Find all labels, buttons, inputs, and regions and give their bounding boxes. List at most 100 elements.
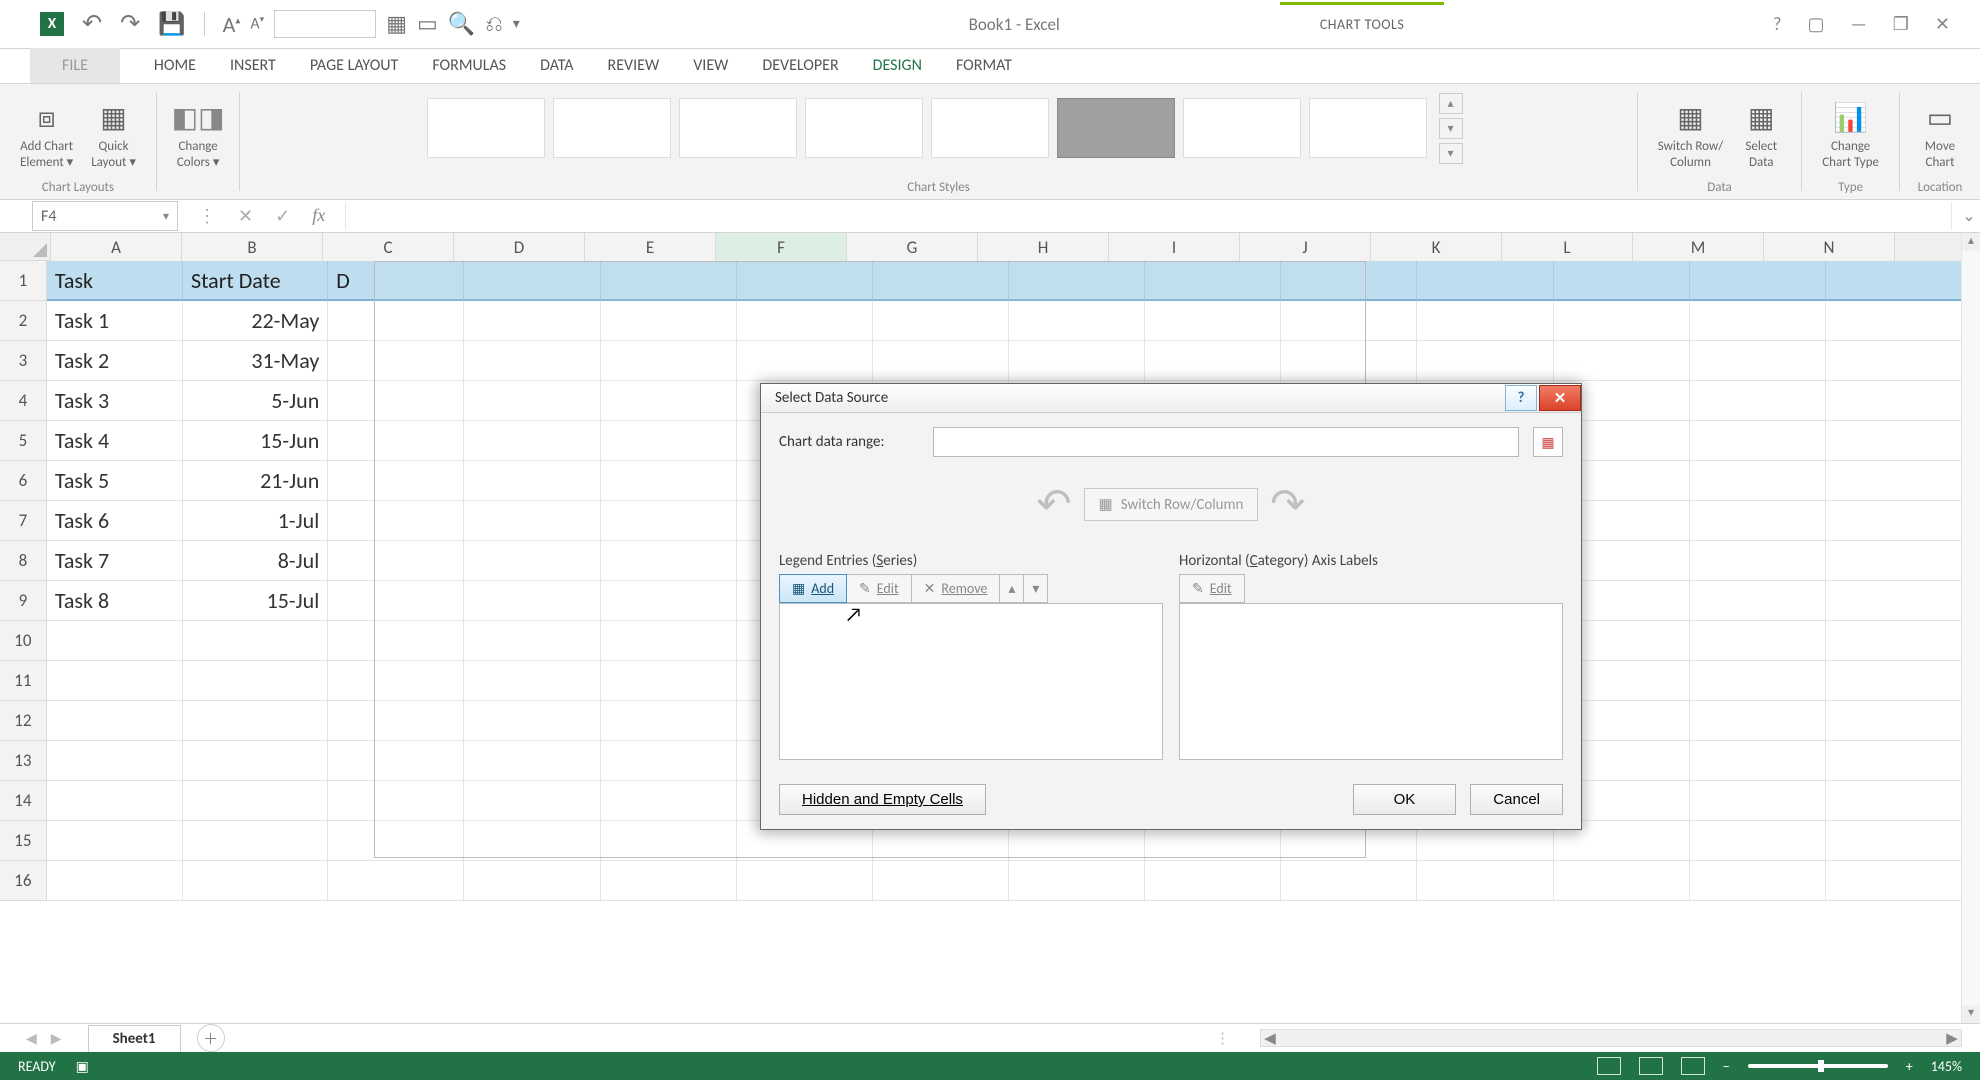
chart-style-1[interactable] — [427, 98, 545, 158]
cell-B16[interactable] — [183, 861, 328, 901]
column-header-F[interactable]: F — [716, 233, 847, 262]
row-header-11[interactable]: 11 — [0, 661, 47, 701]
cell-A9[interactable]: Task 8 — [47, 581, 183, 621]
add-chart-element-button[interactable]: ⧈ Add Chart Element ▾ — [14, 99, 79, 170]
zoom-level[interactable]: 145% — [1931, 1058, 1962, 1075]
cell-M1[interactable] — [1690, 261, 1826, 301]
styles-scroll-down[interactable]: ▾ — [1439, 118, 1463, 139]
zoom-out-icon[interactable]: − — [1723, 1058, 1730, 1075]
cell-M8[interactable] — [1690, 541, 1826, 581]
select-data-button[interactable]: ▦ Select Data — [1735, 99, 1787, 170]
cell-A13[interactable] — [47, 741, 183, 781]
ok-button[interactable]: OK — [1353, 784, 1457, 815]
row-header-7[interactable]: 7 — [0, 501, 47, 541]
change-chart-type-button[interactable]: 📊 Change Chart Type — [1816, 99, 1885, 170]
cell-N10[interactable] — [1826, 621, 1962, 661]
enter-formula-icon[interactable]: ✓ — [275, 205, 290, 227]
cell-B12[interactable] — [183, 701, 328, 741]
cell-A10[interactable] — [47, 621, 183, 661]
chart-data-range-input[interactable] — [933, 427, 1519, 457]
grow-font-button[interactable]: A▴ — [223, 11, 241, 38]
cell-L16[interactable] — [1554, 861, 1690, 901]
quick-layout-button[interactable]: ▦ Quick Layout ▾ — [85, 99, 142, 170]
cell-M10[interactable] — [1690, 621, 1826, 661]
cell-N3[interactable] — [1826, 341, 1962, 381]
cell-B11[interactable] — [183, 661, 328, 701]
zoom-in-icon[interactable]: + — [1906, 1058, 1913, 1075]
cell-B4[interactable]: 5-Jun — [183, 381, 328, 421]
cell-B8[interactable]: 8-Jul — [183, 541, 328, 581]
range-picker-button[interactable]: ▦ — [1533, 427, 1563, 457]
tab-split-handle-icon[interactable]: ⋮ — [1215, 1029, 1230, 1048]
cell-M14[interactable] — [1690, 781, 1826, 821]
name-box-dropdown-icon[interactable]: ▾ — [163, 209, 169, 224]
cell-N14[interactable] — [1826, 781, 1962, 821]
cell-M7[interactable] — [1690, 501, 1826, 541]
switch-row-column-button[interactable]: ▦ Switch Row/ Column — [1652, 99, 1730, 170]
home-tab[interactable]: HOME — [154, 56, 196, 83]
cell-M3[interactable] — [1690, 341, 1826, 381]
undo-button[interactable]: ↶ — [82, 12, 102, 36]
qat-more[interactable]: ▾ — [513, 17, 520, 31]
redo-button[interactable]: ↷ — [120, 12, 140, 36]
hscroll-left-icon[interactable]: ◀ — [1261, 1029, 1279, 1048]
dialog-title-bar[interactable]: Select Data Source ? ✕ — [761, 384, 1581, 413]
formulas-tab[interactable]: FORMULAS — [432, 56, 506, 83]
shrink-font-button[interactable]: A▾ — [250, 14, 264, 33]
cell-B3[interactable]: 31-May — [183, 341, 328, 381]
cell-M9[interactable] — [1690, 581, 1826, 621]
row-header-5[interactable]: 5 — [0, 421, 47, 461]
cell-A12[interactable] — [47, 701, 183, 741]
cell-I16[interactable] — [1145, 861, 1281, 901]
cell-B1[interactable]: Start Date — [183, 261, 328, 301]
row-header-1[interactable]: 1 — [0, 261, 47, 301]
font-dropdown[interactable] — [274, 10, 376, 38]
cell-N5[interactable] — [1826, 421, 1962, 461]
row-header-8[interactable]: 8 — [0, 541, 47, 581]
row-header-13[interactable]: 13 — [0, 741, 47, 781]
cell-M15[interactable] — [1690, 821, 1826, 861]
cell-M4[interactable] — [1690, 381, 1826, 421]
chart-styles-gallery[interactable] — [415, 90, 1439, 166]
cell-A2[interactable]: Task 1 — [47, 301, 183, 341]
cell-M11[interactable] — [1690, 661, 1826, 701]
cell-A8[interactable]: Task 7 — [47, 541, 183, 581]
cell-B9[interactable]: 15-Jul — [183, 581, 328, 621]
row-header-16[interactable]: 16 — [0, 861, 47, 901]
column-header-J[interactable]: J — [1240, 233, 1371, 262]
cell-J16[interactable] — [1281, 861, 1417, 901]
hscroll-right-icon[interactable]: ▶ — [1943, 1029, 1961, 1048]
cell-N15[interactable] — [1826, 821, 1962, 861]
chart-style-6[interactable] — [1057, 98, 1175, 158]
cell-B7[interactable]: 1-Jul — [183, 501, 328, 541]
move-chart-button[interactable]: ▭ Move Chart — [1914, 99, 1966, 170]
insert-tab[interactable]: INSERT — [230, 56, 276, 83]
cell-K3[interactable] — [1417, 341, 1553, 381]
cell-B10[interactable] — [183, 621, 328, 661]
macro-record-icon[interactable]: ▣ — [76, 1058, 89, 1075]
vertical-scrollbar[interactable]: ▴ ▾ — [1961, 233, 1980, 1023]
cell-A5[interactable]: Task 4 — [47, 421, 183, 461]
column-header-D[interactable]: D — [454, 233, 585, 262]
series-add-button[interactable]: ▦Add — [779, 574, 847, 603]
dialog-close-button[interactable]: ✕ — [1539, 385, 1581, 411]
column-header-K[interactable]: K — [1371, 233, 1502, 262]
cell-K2[interactable] — [1417, 301, 1553, 341]
close-window-icon[interactable]: ✕ — [1935, 13, 1950, 35]
cell-L3[interactable] — [1554, 341, 1690, 381]
cell-B13[interactable] — [183, 741, 328, 781]
page-break-view-icon[interactable] — [1681, 1057, 1705, 1075]
cell-N9[interactable] — [1826, 581, 1962, 621]
cancel-formula-icon[interactable]: ✕ — [238, 205, 253, 227]
change-colors-button[interactable]: ◧◨ Change Colors ▾ — [171, 99, 226, 170]
cell-A7[interactable]: Task 6 — [47, 501, 183, 541]
row-header-12[interactable]: 12 — [0, 701, 47, 741]
cell-N11[interactable] — [1826, 661, 1962, 701]
chart-style-4[interactable] — [805, 98, 923, 158]
chart-style-2[interactable] — [553, 98, 671, 158]
developer-tab[interactable]: DEVELOPER — [762, 56, 838, 83]
chart-style-8[interactable] — [1309, 98, 1427, 158]
cell-N6[interactable] — [1826, 461, 1962, 501]
cell-N1[interactable] — [1826, 261, 1962, 301]
cell-K1[interactable] — [1417, 261, 1553, 301]
